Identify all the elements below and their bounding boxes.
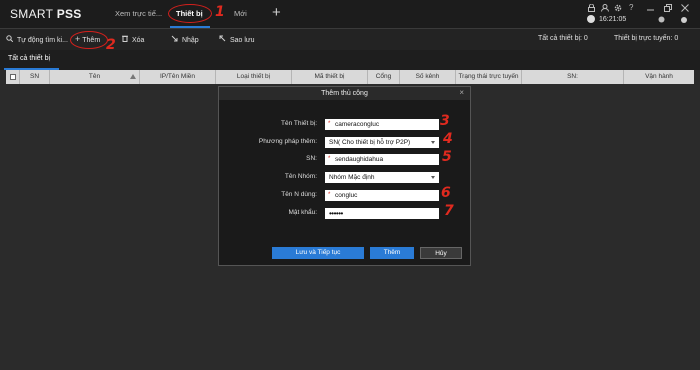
sn-input[interactable]: * sendaughidahua — [325, 154, 439, 165]
help-icon[interactable]: ? — [629, 3, 633, 12]
subtab-bar: Tất cả thiết bị — [0, 50, 700, 70]
backup-button[interactable]: Sao lưu — [219, 35, 255, 44]
column-name[interactable]: Tên — [50, 70, 140, 84]
password-input[interactable]: •••••• — [325, 208, 439, 219]
auto-search-button[interactable]: Tự động tìm ki... — [6, 35, 68, 44]
device-table-header: SN Tên IP/Tên Miền Loại thiết bị Mã thiế… — [6, 70, 694, 84]
username-label: Tên N dùng: — [281, 191, 317, 198]
clock-icon — [587, 15, 595, 23]
column-port[interactable]: Cổng — [368, 70, 400, 84]
title-bar: SMART PSS Xem trực tiế... Thiết bị Mới +… — [0, 0, 700, 28]
annotation-circle-add — [70, 31, 108, 49]
restore-icon[interactable] — [664, 4, 672, 14]
annotation-number: 3 — [440, 113, 450, 129]
group-name-select[interactable]: Nhóm Mặc định — [325, 172, 439, 183]
delete-button[interactable]: Xóa — [122, 35, 144, 44]
annotation-number: 1 — [215, 4, 225, 20]
dialog-title: Thêm thủ công — [219, 87, 470, 100]
status-icon — [658, 16, 665, 25]
export-icon — [219, 35, 228, 44]
column-checkbox — [6, 70, 20, 84]
column-device-code[interactable]: Mã thiết bị — [292, 70, 368, 84]
column-device-type[interactable]: Loại thiết bị — [216, 70, 292, 84]
annotation-number: 5 — [442, 149, 452, 165]
annotation-number: 6 — [441, 185, 451, 201]
tab-live-view[interactable]: Xem trực tiế... — [115, 9, 162, 18]
column-channels[interactable]: Số kênh — [400, 70, 456, 84]
online-devices-count: Thiết bị trực tuyến: 0 — [614, 35, 679, 42]
add-method-label: Phương pháp thêm: — [258, 138, 317, 145]
required-icon: * — [328, 192, 331, 198]
all-devices-count: Tất cả thiết bị: 0 — [538, 35, 588, 42]
required-icon: * — [328, 156, 331, 162]
device-name-label: Tên Thiết bị: — [280, 120, 317, 127]
alarm-icon[interactable] — [680, 16, 688, 26]
add-button[interactable]: Thêm — [370, 247, 414, 259]
user-icon[interactable] — [601, 4, 609, 14]
settings-icon[interactable] — [614, 4, 622, 14]
clock-time: 16:21:05 — [599, 16, 627, 23]
import-button[interactable]: Nhập — [171, 35, 199, 44]
column-ip[interactable]: IP/Tên Miền — [140, 70, 216, 84]
add-method-select[interactable]: SN( Cho thiết bị hỗ trợ P2P) — [325, 137, 439, 148]
tab-new[interactable]: Mới — [234, 9, 247, 18]
cancel-button[interactable]: Hủy — [420, 247, 462, 259]
column-sn[interactable]: SN — [20, 70, 50, 84]
import-icon — [171, 35, 180, 44]
column-online-status[interactable]: Trạng thái trực tuyến — [456, 70, 522, 84]
lock-icon[interactable] — [588, 3, 595, 14]
sort-icon[interactable] — [130, 74, 136, 79]
column-sn2[interactable]: SN: — [522, 70, 624, 84]
trash-icon — [122, 35, 130, 44]
group-name-label: Tên Nhóm: — [284, 173, 317, 180]
chevron-down-icon — [431, 141, 435, 144]
annotation-number: 4 — [443, 131, 453, 147]
required-icon: * — [328, 121, 331, 127]
username-input[interactable]: * congluc — [325, 190, 439, 201]
add-tab-button[interactable]: + — [272, 4, 281, 21]
app-title: SMART PSS — [10, 7, 82, 21]
minimize-icon[interactable] — [647, 4, 654, 14]
sn-label: SN: — [306, 155, 317, 162]
annotation-circle-devices-tab — [168, 4, 212, 23]
close-icon[interactable]: × — [459, 88, 464, 97]
device-name-input[interactable]: * cameracongluc — [325, 119, 439, 130]
annotation-number: 7 — [444, 203, 454, 219]
save-and-continue-button[interactable]: Lưu và Tiếp tục — [272, 247, 364, 259]
column-operation[interactable]: Vận hành — [624, 70, 694, 84]
tab-all-devices[interactable]: Tất cả thiết bị — [8, 55, 50, 62]
search-icon — [6, 35, 15, 44]
chevron-down-icon — [431, 176, 435, 179]
password-label: Mật khẩu: — [288, 209, 317, 216]
manual-add-dialog: Thêm thủ công × Tên Thiết bị: * cameracon… — [218, 86, 471, 266]
device-toolbar: Tự động tìm ki... + Thêm 2 Xóa Nhập Sao l… — [0, 28, 700, 53]
close-icon[interactable] — [681, 4, 689, 14]
